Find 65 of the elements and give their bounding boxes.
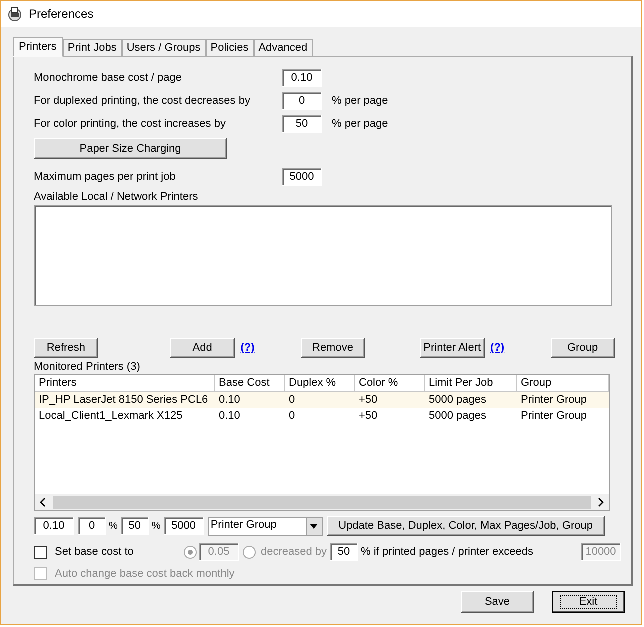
paper-size-button[interactable]: Paper Size Charging: [34, 138, 227, 159]
input-field[interactable]: 0.10: [282, 68, 322, 86]
column-header[interactable]: Printers: [35, 375, 215, 392]
list-label: Available Local / Network Printers: [34, 191, 200, 203]
printer-icon: [7, 6, 23, 22]
input-field[interactable]: 5000: [164, 517, 204, 535]
scroll-left-icon[interactable]: [40, 498, 46, 506]
column-header[interactable]: Group: [517, 375, 609, 392]
action-button[interactable]: Group: [550, 338, 615, 358]
table-cell-text: IP_HP LaserJet 8150 Series PCL6: [38, 394, 210, 406]
table-cell-text: Printer Group: [520, 410, 588, 422]
tab[interactable]: Advanced: [254, 39, 313, 56]
setting-label: Maximum pages per print job: [34, 170, 177, 182]
input-field[interactable]: 50: [330, 543, 358, 561]
percent-label: %: [109, 520, 118, 532]
table-cell-text: 0.10: [218, 410, 242, 422]
action-button[interactable]: Printer Alert: [420, 338, 485, 358]
action-button[interactable]: Refresh: [34, 338, 98, 358]
table-row[interactable]: Local_Client1_Lexmark X125 0.10 0 +50 5000 pages Printer Group: [35, 408, 609, 424]
table-row[interactable]: IP_HP LaserJet 8150 Series PCL6 0.10 0 +50 5000 pages Printer Group: [35, 392, 609, 408]
column-header[interactable]: Base Cost: [215, 375, 285, 392]
condition-label: % if printed pages / printer exceeds: [361, 546, 534, 558]
input-field[interactable]: 0.10: [34, 517, 74, 535]
tab[interactable]: Print Jobs: [62, 39, 122, 56]
checkbox[interactable]: Set base cost to: [34, 546, 184, 558]
help-link[interactable]: (?): [490, 342, 505, 354]
printer-list[interactable]: [34, 205, 612, 306]
table-cell-text: 0.10: [218, 394, 242, 406]
unit-label: % per page: [332, 94, 388, 106]
column-header[interactable]: Duplex %: [285, 375, 355, 392]
input-field[interactable]: 5000: [282, 168, 322, 186]
scroll-right-icon[interactable]: [598, 498, 604, 506]
tab[interactable]: Printers: [13, 37, 63, 57]
unit-label: % per page: [332, 118, 388, 130]
dropdown-arrow-icon: [310, 524, 318, 528]
column-header[interactable]: Color %: [355, 375, 425, 392]
column-header[interactable]: Limit Per Job: [425, 375, 517, 392]
setting-label: For color printing, the cost increases by: [34, 118, 227, 130]
input-field[interactable]: 0: [78, 517, 106, 535]
table-cell-text: 0: [288, 410, 296, 422]
footer-button[interactable]: Exit: [552, 591, 625, 613]
action-button[interactable]: Add: [170, 338, 235, 358]
input-field[interactable]: 50: [282, 114, 322, 132]
tab[interactable]: Policies: [206, 39, 254, 56]
tab[interactable]: Users / Groups: [122, 39, 206, 56]
help-link[interactable]: (?): [240, 342, 255, 354]
table-cell-text: Printer Group: [520, 394, 588, 406]
input-field[interactable]: 0: [282, 92, 322, 110]
table-cell-text: +50: [358, 394, 379, 406]
table-cell-text: 5000 pages: [428, 410, 488, 422]
table-cell-text: Local_Client1_Lexmark X125: [38, 410, 184, 422]
percent-label: %: [152, 520, 161, 532]
horizontal-scrollbar[interactable]: [35, 494, 609, 510]
table-cell-text: 5000 pages: [428, 394, 488, 406]
input-field[interactable]: 50: [120, 517, 149, 535]
footer-button[interactable]: Save: [461, 591, 534, 613]
update-button[interactable]: Update Base, Duplex, Color, Max Pages/Job, Group: [326, 516, 605, 536]
setting-label: Monochrome base cost / page: [34, 72, 183, 84]
window-title: Preferences: [29, 7, 94, 21]
table-label: Monitored Printers (3): [34, 361, 142, 373]
setting-label: For duplexed printing, the cost decreases by: [34, 94, 252, 106]
action-button[interactable]: Remove: [300, 338, 366, 358]
table-cell-text: +50: [358, 410, 379, 422]
table-cell-text: 0: [288, 394, 296, 406]
group-dropdown[interactable]: Printer Group: [208, 516, 323, 536]
